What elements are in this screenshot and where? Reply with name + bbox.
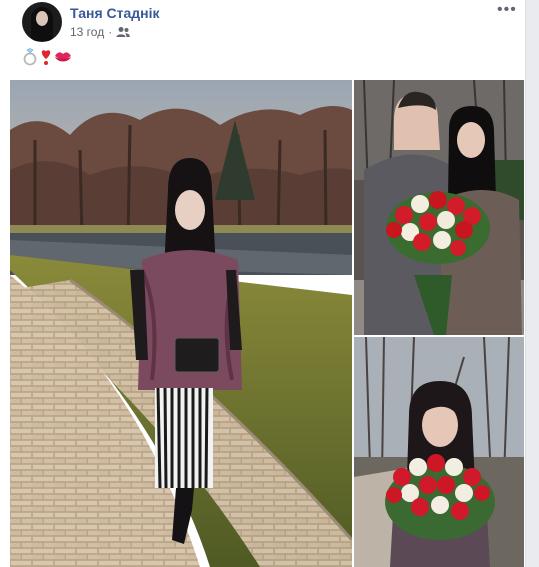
kiss-mark-icon (55, 52, 71, 62)
avatar[interactable] (22, 2, 62, 42)
heart-exclamation-icon (41, 50, 51, 65)
photo-woman-roses[interactable] (354, 337, 524, 567)
dot-separator: · (108, 25, 113, 39)
post-time[interactable]: 13 год (70, 25, 104, 39)
photo-couple-roses[interactable] (354, 80, 524, 335)
author-name[interactable]: Таня Стаднік (70, 5, 160, 21)
photo-park-walk[interactable] (10, 80, 352, 567)
post-meta: 13 год · (70, 25, 131, 39)
friends-icon[interactable] (116, 26, 131, 38)
ring-icon (23, 48, 37, 66)
more-options-icon[interactable]: ••• (497, 2, 517, 18)
post-content-emoji (22, 48, 72, 66)
post-card: Таня Стаднік 13 год · ••• (0, 0, 526, 567)
